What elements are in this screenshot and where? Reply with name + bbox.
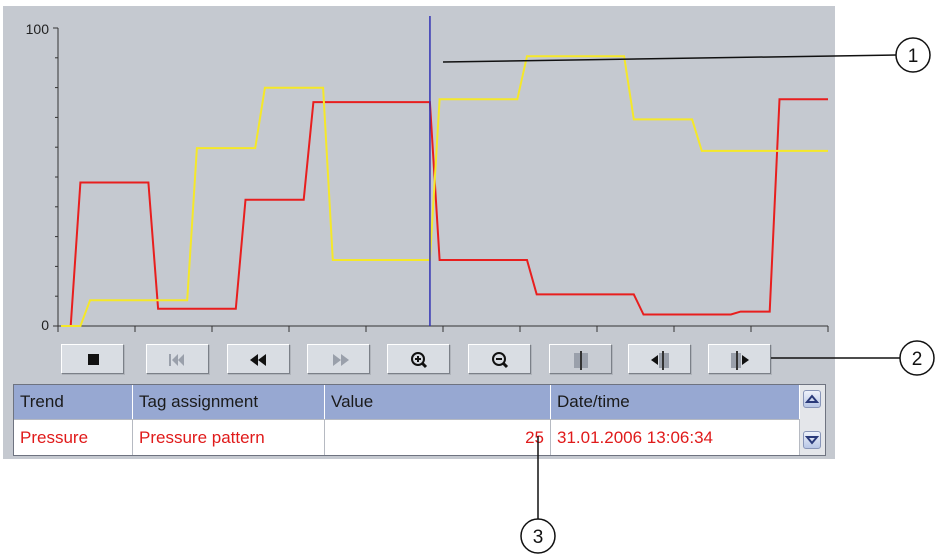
callout-layer: 1 2 3 [442,37,935,554]
callout-3-number: 3 [533,527,544,548]
callout-1-leader [442,54,897,63]
callout-2-number: 2 [912,349,923,370]
callout-1-number: 1 [908,46,919,67]
